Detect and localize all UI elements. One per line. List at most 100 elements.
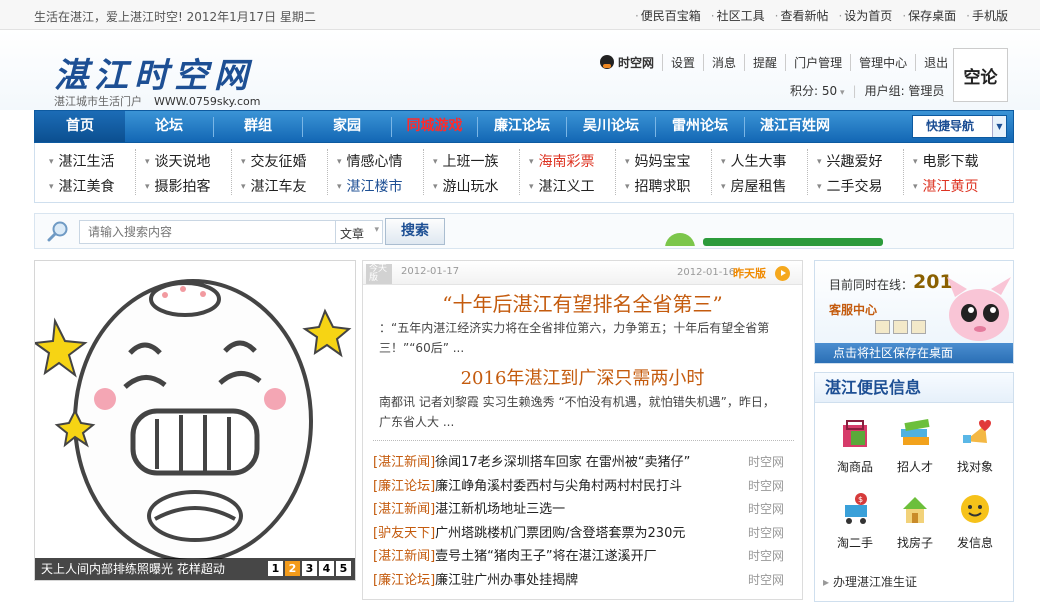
nav-city-games[interactable]: 同城游戏 <box>392 111 477 142</box>
slideshow[interactable]: 天上人间内部排练照曝光 花样超动 1 2 3 4 5 <box>34 260 356 581</box>
list-item[interactable]: [湛江新闻]湛江新机场地址三选一 时空网 <box>373 498 794 522</box>
user-menu-settings[interactable]: 设置 <box>662 54 703 71</box>
mail-icon[interactable] <box>893 320 908 334</box>
service-post[interactable]: 发信息 <box>945 491 1005 551</box>
subnav-item[interactable]: 游山玩水 <box>433 176 499 196</box>
search-type-select[interactable]: 文章 <box>335 220 383 244</box>
top-link-mobile[interactable]: 手机版 <box>966 7 1008 24</box>
news-tag[interactable]: [廉江论坛] <box>373 573 435 588</box>
tab-yesterday[interactable]: 昨天版 <box>733 265 766 281</box>
headline-1[interactable]: “十年后湛江有望排名全省第三” <box>363 288 802 317</box>
nav-groups[interactable]: 群组 <box>214 111 302 142</box>
user-menu-admin-center[interactable]: 管理中心 <box>850 54 915 71</box>
nav-leizhou-forum[interactable]: 雷州论坛 <box>656 111 744 142</box>
pager-5[interactable]: 5 <box>336 561 351 576</box>
news-title[interactable]: 壹号土猪“猪肉王子”将在湛江遂溪开厂 <box>435 549 656 564</box>
subnav-item[interactable]: 海南彩票 <box>529 151 595 171</box>
service-housing[interactable]: 找房子 <box>885 491 945 551</box>
points-value[interactable]: 积分: 50 <box>790 84 837 98</box>
news-title[interactable]: 廉江驻广州办事处挂揭牌 <box>435 573 578 588</box>
subnav-item[interactable]: 兴趣爱好 <box>817 151 883 171</box>
pager-2[interactable]: 2 <box>285 561 300 576</box>
nav-wuchuan-forum[interactable]: 吴川论坛 <box>567 111 655 142</box>
search-icon <box>47 221 68 242</box>
subnav-item[interactable]: 妈妈宝宝 <box>625 151 691 171</box>
subnav-item[interactable]: 摄影拍客 <box>145 176 211 196</box>
user-menu-home[interactable]: 时空网 <box>600 54 662 71</box>
list-item[interactable]: [湛江新闻]徐闻17老乡深圳搭车回家 在雷州被“卖猪仔” 时空网 <box>373 451 794 475</box>
printer-icon[interactable] <box>875 320 890 334</box>
service-secondhand[interactable]: $ 淘二手 <box>825 491 885 551</box>
subnav-item[interactable]: 招聘求职 <box>625 176 691 196</box>
news-title[interactable]: 廉江峥角溪村委西村与尖角村两村村民打斗 <box>435 479 682 494</box>
service-jobs[interactable]: 招人才 <box>885 415 945 475</box>
main-nav: 首页 论坛 群组 家园 同城游戏 廉江论坛 吴川论坛 雷州论坛 湛江百姓网 快捷… <box>34 110 1014 143</box>
pager-3[interactable]: 3 <box>302 561 317 576</box>
news-tag[interactable]: [驴友天下] <box>373 526 435 541</box>
nav-forum[interactable]: 论坛 <box>125 111 213 142</box>
top-link-tools[interactable]: 社区工具 <box>711 7 765 24</box>
tab-today[interactable]: 今天版 <box>366 264 392 284</box>
nav-baixing[interactable]: 湛江百姓网 <box>745 111 845 142</box>
news-tag[interactable]: [湛江新闻] <box>373 549 435 564</box>
site-logo[interactable]: 湛江时空网 <box>54 48 254 97</box>
today-date: 2012-01-17 <box>401 266 460 277</box>
search-input[interactable] <box>79 220 375 244</box>
subnav-item[interactable]: 房屋租售 <box>721 176 787 196</box>
service-label: 发信息 <box>956 536 993 550</box>
search-button[interactable]: 搜索 <box>385 218 445 245</box>
subnav-item[interactable]: 情感心情 <box>337 151 403 171</box>
user-menu-messages[interactable]: 消息 <box>703 54 744 71</box>
service-dating[interactable]: 找对象 <box>945 415 1005 475</box>
nav-home[interactable]: 首页 <box>35 111 125 142</box>
save-desktop-link[interactable]: 点击将社区保存在桌面 <box>815 343 1013 363</box>
news-title[interactable]: 湛江新机场地址三选一 <box>435 502 565 517</box>
top-link-toolbox[interactable]: 便民百宝箱 <box>635 7 701 24</box>
search-ad-banner[interactable] <box>629 224 1009 246</box>
news-divider <box>373 440 794 441</box>
pager-4[interactable]: 4 <box>319 561 334 576</box>
caption-text[interactable]: 天上人间内部排练照曝光 花样超动 <box>41 562 225 576</box>
pager-1[interactable]: 1 <box>268 561 283 576</box>
top-link-set-home[interactable]: 设为首页 <box>838 7 892 24</box>
news-title[interactable]: 徐闻17老乡深圳搭车回家 在雷州被“卖猪仔” <box>435 455 690 470</box>
domain-text: WWW.0759sky.com <box>154 95 261 108</box>
user-menu-home-label: 时空网 <box>618 56 655 70</box>
list-item[interactable]: [驴友天下]广州塔跳楼机门票团购/含登塔套票为230元 时空网 <box>373 522 794 546</box>
top-link-new-posts[interactable]: 查看新帖 <box>775 7 828 24</box>
support-center-link[interactable]: 客服中心 <box>829 301 877 318</box>
nav-lianjiang-forum[interactable]: 廉江论坛 <box>478 111 566 142</box>
subnav-item[interactable]: 交友征婚 <box>241 151 307 171</box>
subnav-item[interactable]: 上班一族 <box>433 151 499 171</box>
subnav-item[interactable]: 谈天说地 <box>145 151 211 171</box>
birth-permit-link[interactable]: 办理湛江准生证 <box>823 573 917 590</box>
user-menu-logout[interactable]: 退出 <box>915 54 956 71</box>
nav-home-space[interactable]: 家园 <box>303 111 391 142</box>
subnav-item[interactable]: 湛江美食 <box>49 176 115 196</box>
subnav-item[interactable]: 湛江黄页 <box>913 176 979 196</box>
news-tag[interactable]: [湛江新闻] <box>373 455 435 470</box>
subnav-item[interactable]: 湛江楼市 <box>337 176 403 196</box>
subnav-item[interactable]: 湛江生活 <box>49 151 115 171</box>
list-item[interactable]: [湛江新闻]壹号土猪“猪肉王子”将在湛江遂溪开厂 时空网 <box>373 545 794 569</box>
subnav-item[interactable]: 二手交易 <box>817 176 883 196</box>
news-tag[interactable]: [湛江新闻] <box>373 502 435 517</box>
headline-2[interactable]: 2016年湛江到广深只需两小时 <box>363 364 802 390</box>
user-menu-portal-admin[interactable]: 门户管理 <box>785 54 850 71</box>
play-icon[interactable] <box>775 266 790 281</box>
user-menu-reminders[interactable]: 提醒 <box>744 54 785 71</box>
subnav-item[interactable]: 人生大事 <box>721 151 787 171</box>
notes-icon[interactable] <box>911 320 926 334</box>
subnav-item[interactable]: 电影下载 <box>913 151 979 171</box>
news-title[interactable]: 广州塔跳楼机门票团购/含登塔套票为230元 <box>435 526 685 541</box>
subnav-item[interactable]: 湛江义工 <box>529 176 595 196</box>
top-link-save-desktop[interactable]: 保存桌面 <box>902 7 956 24</box>
list-item[interactable]: [廉江论坛]廉江峥角溪村委西村与尖角村两村村民打斗 时空网 <box>373 475 794 499</box>
list-item[interactable]: [廉江论坛]廉江驻广州办事处挂揭牌 时空网 <box>373 569 794 593</box>
avatar[interactable]: 空论 <box>953 48 1008 102</box>
quick-nav-button[interactable]: 快捷导航 ▼ <box>912 115 1007 138</box>
service-shopping[interactable]: 淘商品 <box>825 415 885 475</box>
subnav-item[interactable]: 湛江车友 <box>241 176 307 196</box>
books-icon <box>901 418 930 445</box>
news-tag[interactable]: [廉江论坛] <box>373 479 435 494</box>
